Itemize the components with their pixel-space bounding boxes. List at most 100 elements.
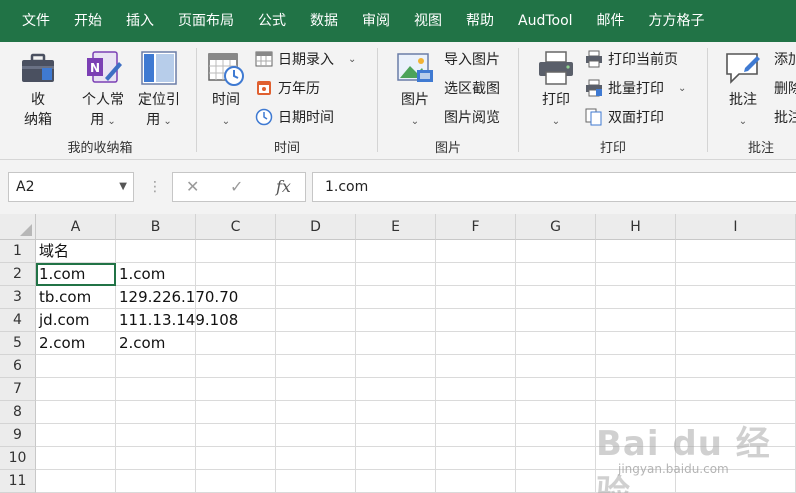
menu-tab[interactable]: 公式 [246,0,298,42]
cell-a7[interactable] [36,378,116,401]
insert-function-button[interactable]: fx [276,173,291,201]
cancel-icon[interactable]: ✕ [186,173,199,201]
cell-c5[interactable] [196,332,276,355]
duplex-print-button[interactable]: 双面打印 [585,105,664,129]
row-header[interactable]: 7 [0,378,36,401]
cell-c9[interactable] [196,424,276,447]
cell-b9[interactable] [116,424,196,447]
name-box-caret-icon[interactable]: ▼ [119,173,127,201]
column-header[interactable]: E [356,214,436,240]
column-header[interactable]: A [36,214,116,240]
menu-tab[interactable]: 页面布局 [166,0,246,42]
image-button[interactable]: 图片 ⌄ [392,48,438,132]
image-browse-button[interactable]: 图片阅览 [444,105,500,129]
row-header[interactable]: 6 [0,355,36,378]
cell-d8[interactable] [276,401,356,424]
cell-c8[interactable] [196,401,276,424]
cell-g11[interactable] [516,470,596,493]
row-header[interactable]: 11 [0,470,36,493]
cell-f11[interactable] [436,470,516,493]
cell-i1[interactable] [676,240,796,263]
column-header[interactable]: D [276,214,356,240]
cell-g10[interactable] [516,447,596,470]
cell-g6[interactable] [516,355,596,378]
cell-d1[interactable] [276,240,356,263]
import-image-button[interactable]: 导入图片 [444,47,500,71]
cell-i5[interactable] [676,332,796,355]
date-entry-button[interactable]: 日期录入 ⌄ [255,47,356,71]
cell-h3[interactable] [596,286,676,309]
print-button[interactable]: 打印 ⌄ [533,48,579,132]
menu-tab[interactable]: 插入 [114,0,166,42]
cell-f7[interactable] [436,378,516,401]
cell-h1[interactable] [596,240,676,263]
cell-f6[interactable] [436,355,516,378]
calendar-button[interactable]: 万年历 [255,76,320,100]
column-header[interactable]: I [676,214,796,240]
cell-a8[interactable] [36,401,116,424]
cell-g9[interactable] [516,424,596,447]
cell-a10[interactable] [36,447,116,470]
menu-tab[interactable]: 审阅 [350,0,402,42]
cell-b3[interactable]: 129.226.170.70 [116,286,238,309]
row-header[interactable]: 5 [0,332,36,355]
menu-tab[interactable]: 帮助 [454,0,506,42]
cell-a9[interactable] [36,424,116,447]
cell-i2[interactable] [676,263,796,286]
cell-b7[interactable] [116,378,196,401]
row-header[interactable]: 9 [0,424,36,447]
cell-e4[interactable] [356,309,436,332]
cell-h5[interactable] [596,332,676,355]
cell-d7[interactable] [276,378,356,401]
cell-d11[interactable] [276,470,356,493]
cell-c11[interactable] [196,470,276,493]
menu-tab[interactable]: 文件 [10,0,62,42]
cell-g2[interactable] [516,263,596,286]
cell-f4[interactable] [436,309,516,332]
cell-a5[interactable]: 2.com [36,332,116,355]
cell-g5[interactable] [516,332,596,355]
cell-f3[interactable] [436,286,516,309]
cell-g8[interactable] [516,401,596,424]
cell-d10[interactable] [276,447,356,470]
cell-b1[interactable] [116,240,196,263]
name-box[interactable]: A2 ▼ [8,172,134,202]
personal-common-button[interactable]: N 个人常 用 ⌄ [76,48,130,132]
cell-a11[interactable] [36,470,116,493]
cell-h7[interactable] [596,378,676,401]
cell-e2[interactable] [356,263,436,286]
cell-d4[interactable] [276,309,356,332]
cell-c6[interactable] [196,355,276,378]
cell-e5[interactable] [356,332,436,355]
locate-reference-button[interactable]: 定位引 用 ⌄ [130,48,188,132]
column-header[interactable]: C [196,214,276,240]
cell-d6[interactable] [276,355,356,378]
row-header[interactable]: 1 [0,240,36,263]
cell-b4[interactable]: 111.13.149.108 [116,309,238,332]
row-header[interactable]: 3 [0,286,36,309]
menu-tab[interactable]: 开始 [62,0,114,42]
cell-f9[interactable] [436,424,516,447]
cell-h2[interactable] [596,263,676,286]
cell-i3[interactable] [676,286,796,309]
cell-c2[interactable] [196,263,276,286]
cell-a3[interactable]: tb.com [36,286,116,309]
cell-c7[interactable] [196,378,276,401]
time-button[interactable]: 时间 ⌄ [203,48,249,132]
cell-b5[interactable]: 2.com [116,332,196,355]
column-header[interactable]: F [436,214,516,240]
cell-a4[interactable]: jd.com [36,309,116,332]
cell-c10[interactable] [196,447,276,470]
column-header[interactable]: H [596,214,676,240]
cell-b6[interactable] [116,355,196,378]
formula-input[interactable]: 1.com [312,172,796,202]
cell-e6[interactable] [356,355,436,378]
cell-i7[interactable] [676,378,796,401]
cell-e10[interactable] [356,447,436,470]
cell-c1[interactable] [196,240,276,263]
batch-print-button[interactable]: 批量打印 ⌄ [585,76,686,100]
print-current-button[interactable]: 打印当前页 [585,47,678,71]
menu-tab[interactable]: AudTool [506,0,585,42]
cell-g3[interactable] [516,286,596,309]
confirm-icon[interactable]: ✓ [230,173,243,201]
